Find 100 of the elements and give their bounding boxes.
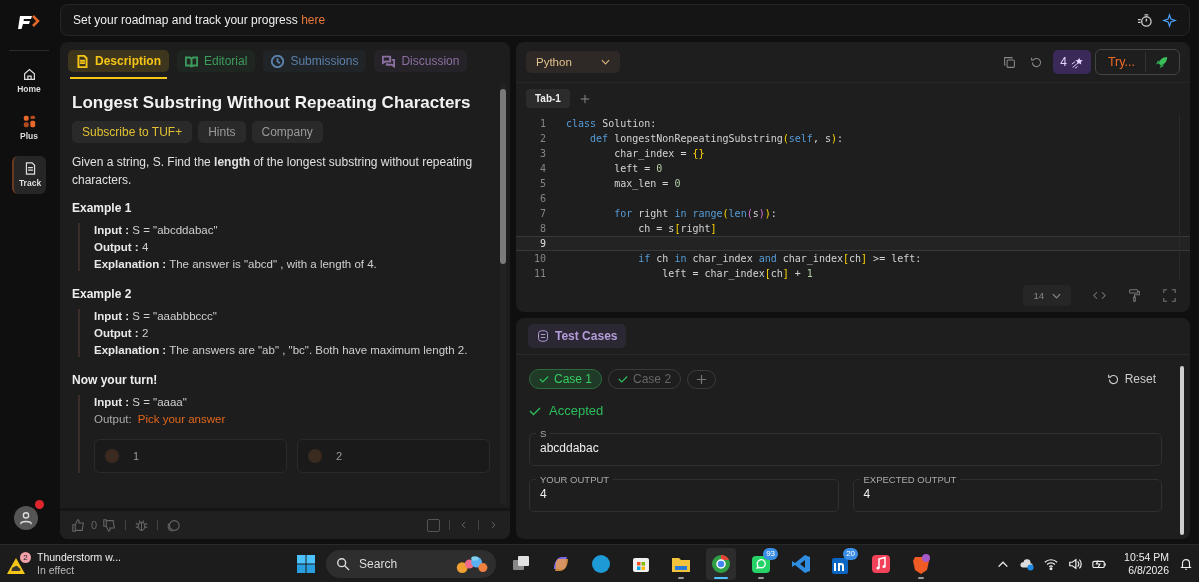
bug-icon[interactable]: [135, 518, 149, 532]
share-icon[interactable]: [167, 518, 181, 532]
line-number: 2: [538, 133, 547, 144]
volume-icon[interactable]: [1068, 556, 1083, 571]
line-number: 7: [538, 208, 547, 219]
weather-subtitle: In effect: [37, 563, 76, 577]
streak-button[interactable]: 4: [1053, 50, 1091, 74]
answer-option[interactable]: 2: [297, 439, 490, 473]
taskbar-app[interactable]: 93: [746, 547, 777, 580]
example-heading: Example 1: [72, 201, 133, 215]
field-label: EXPECTED OUTPUT: [862, 474, 958, 485]
example-heading: Example 2: [72, 287, 133, 301]
taskbar-clock[interactable]: 10:54 PM 6/8/2026: [1124, 550, 1169, 577]
line-number: 9: [538, 238, 547, 249]
list-icon: [537, 330, 549, 342]
here-link[interactable]: here: [301, 13, 326, 27]
check-icon: [539, 374, 549, 384]
your-turn-heading: Now your turn!: [72, 373, 159, 387]
weather-warning-icon[interactable]: [6, 557, 26, 576]
cloud-icon[interactable]: [1020, 556, 1035, 571]
code-line: char_index = {}: [613, 148, 705, 159]
browser-icon: [710, 552, 733, 575]
panel-tab[interactable]: Submissions: [263, 50, 367, 72]
tag-button[interactable]: Company: [251, 121, 323, 143]
field-value: abcddabac: [540, 441, 599, 455]
chevron-down-icon: [1052, 292, 1061, 299]
test-cases-tab[interactable]: Test Cases: [528, 324, 627, 348]
sidebar-item[interactable]: Home: [13, 62, 45, 100]
scrollbar[interactable]: [1180, 366, 1184, 536]
thumbs-up-icon[interactable]: [72, 518, 85, 532]
fullscreen-icon[interactable]: [1163, 289, 1176, 302]
avatar-button[interactable]: [14, 506, 38, 531]
running-indicator: [758, 576, 765, 579]
field-value: 4: [863, 487, 871, 501]
field-label: YOUR OUTPUT: [539, 474, 611, 485]
reset-icon[interactable]: [1030, 55, 1044, 69]
scrollbar[interactable]: [500, 83, 506, 505]
notification-badge: 20: [843, 547, 859, 560]
try-button[interactable]: Try...: [1097, 52, 1146, 72]
code-icon[interactable]: [1093, 289, 1106, 302]
quiz-input-text: Input : S = "aaaa": [94, 395, 188, 409]
notification-badge: 93: [763, 547, 779, 560]
clock-time: 10:54 PM: [1124, 550, 1169, 564]
sidebar-item[interactable]: Plus: [13, 109, 45, 147]
paint-roller-icon[interactable]: [1128, 289, 1141, 302]
copy-icon[interactable]: [1003, 55, 1017, 69]
panel-tab[interactable]: Description: [68, 50, 169, 72]
line-number: 5: [538, 178, 547, 189]
code-line: if ch in char_index and char_index[ch] >= left:: [637, 253, 922, 264]
radio-icon: [105, 449, 119, 463]
example-input-text: Input : S = "abcddabac": [94, 223, 219, 237]
shield-icon: [910, 552, 933, 575]
code-line: def longestNonRepeatingSubstring(self, s):: [589, 133, 843, 144]
rocket-icon[interactable]: [1154, 54, 1169, 70]
panel-tab[interactable]: Discussion: [374, 50, 468, 72]
tag-button[interactable]: Hints: [198, 121, 246, 143]
chevron-down-icon: [601, 59, 610, 65]
notification-bell-icon[interactable]: [1179, 556, 1193, 571]
weather-title: Thunderstorm w...: [37, 550, 122, 564]
reset-icon: [1106, 372, 1120, 386]
answer-option[interactable]: 1: [94, 439, 287, 473]
sparkle-icon[interactable]: [1162, 12, 1177, 28]
case-tab[interactable]: Case 1: [529, 369, 603, 389]
taskbar-app[interactable]: 20: [826, 547, 857, 580]
add-tab-icon[interactable]: [579, 93, 590, 104]
taskbar-app[interactable]: [706, 547, 737, 580]
example-output-text: Output : 2: [94, 326, 150, 340]
taskbar-search-field[interactable]: Search: [326, 549, 497, 578]
reset-button[interactable]: Reset: [1100, 371, 1162, 387]
code-line: max_len = 0: [613, 178, 681, 189]
thumbs-down-icon[interactable]: [103, 518, 117, 532]
example-output-text: Output : 4: [94, 240, 150, 254]
example-input-text: Input : S = "aaabbbccc": [94, 309, 218, 323]
timer-icon[interactable]: [1137, 12, 1152, 28]
wifi-icon[interactable]: [1044, 556, 1059, 571]
line-number: 11: [532, 268, 547, 279]
editor-tab[interactable]: Tab-1: [526, 89, 570, 108]
font-size-dropdown[interactable]: 14: [1023, 285, 1071, 306]
notification-badge: 2: [20, 552, 31, 564]
radio-icon: [308, 449, 322, 463]
grid-icon: [22, 115, 36, 128]
accepted-status: Accepted: [549, 403, 604, 418]
search-icon: [336, 556, 351, 571]
windows-start-icon[interactable]: [296, 553, 317, 574]
logo-icon[interactable]: [18, 14, 40, 30]
explanation-text: Explanation : The answers are "ab" , "bc". Both have maximum length 2.: [94, 343, 469, 357]
clock-date: 6/8/2026: [1128, 563, 1169, 577]
problem-title: Longest Substring Without Repeating Characters: [72, 93, 472, 113]
home-icon: [22, 68, 36, 81]
code-line: for right in range(len(s)):: [613, 208, 777, 219]
tag-button[interactable]: Subscribe to TUF+: [72, 121, 193, 143]
check-icon: [618, 374, 629, 384]
output-label: Output:: [94, 412, 132, 426]
sidebar-item[interactable]: Track: [12, 156, 46, 194]
music-note-icon: [870, 552, 893, 575]
panel-tab[interactable]: Editorial: [177, 50, 256, 72]
like-count: 0: [91, 519, 98, 532]
field-value: 4: [540, 487, 547, 501]
code-line: left = 0: [613, 163, 663, 174]
language-dropdown[interactable]: Python: [526, 51, 620, 73]
